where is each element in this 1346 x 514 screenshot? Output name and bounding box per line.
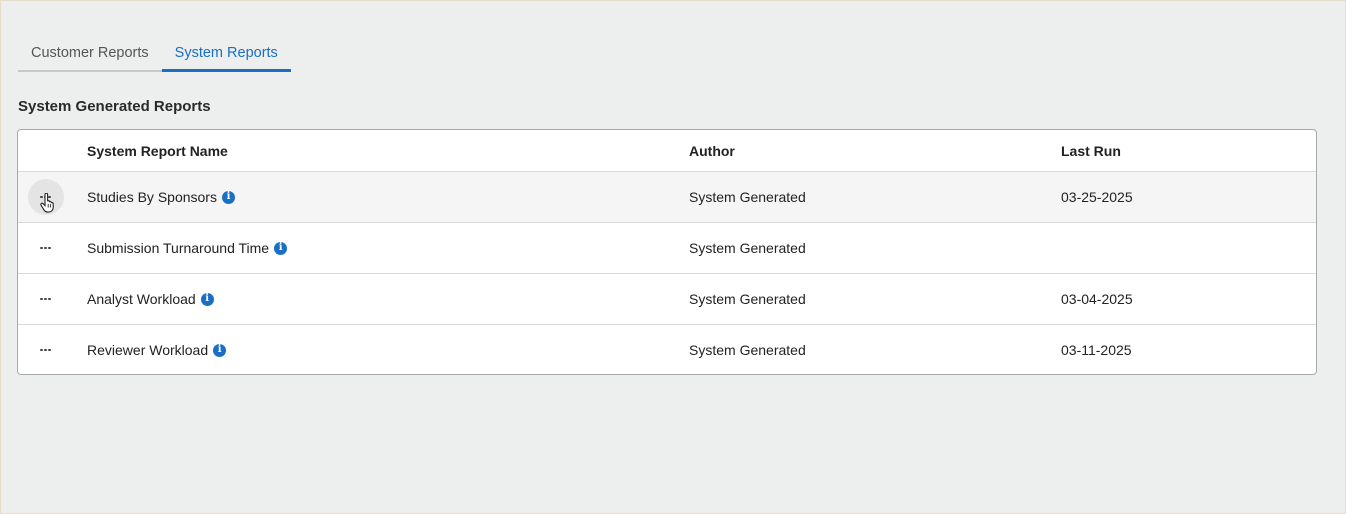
- table-row[interactable]: Reviewer Workload i System Generated 03-…: [18, 324, 1316, 374]
- report-last-run: 03-11-2025: [1061, 342, 1132, 358]
- report-name[interactable]: Reviewer Workload: [87, 342, 208, 358]
- row-actions-button[interactable]: [28, 230, 64, 266]
- row-action-cell: [18, 179, 87, 215]
- info-circle-icon[interactable]: i: [200, 292, 214, 306]
- row-actions-button[interactable]: [28, 332, 64, 368]
- report-author: System Generated: [689, 240, 806, 256]
- table-row[interactable]: Submission Turnaround Time i System Gene…: [18, 222, 1316, 273]
- tab-customer-reports[interactable]: Customer Reports: [18, 36, 162, 72]
- report-name-cell: Submission Turnaround Time i: [87, 240, 689, 256]
- report-author: System Generated: [689, 189, 806, 205]
- report-last-run: 03-25-2025: [1061, 189, 1133, 205]
- report-name[interactable]: Submission Turnaround Time: [87, 240, 269, 256]
- system-reports-table: System Report Name Author Last Run Studi…: [17, 129, 1317, 375]
- report-name-cell: Studies By Sponsors i: [87, 189, 689, 205]
- more-horizontal-icon: [40, 348, 51, 352]
- row-action-cell: [18, 332, 87, 368]
- row-actions-button[interactable]: [28, 281, 64, 317]
- info-circle-icon[interactable]: i: [213, 343, 227, 357]
- report-name[interactable]: Studies By Sponsors: [87, 189, 217, 205]
- report-tabs: Customer Reports System Reports: [18, 36, 291, 72]
- hand-pointer-icon: [39, 193, 54, 213]
- report-last-run: 03-04-2025: [1061, 291, 1133, 307]
- info-circle-icon[interactable]: i: [221, 190, 235, 204]
- row-actions-button[interactable]: [27, 179, 64, 215]
- report-name-cell: Reviewer Workload i: [87, 342, 689, 358]
- report-name-cell: Analyst Workload i: [87, 291, 689, 307]
- report-author: System Generated: [689, 291, 806, 307]
- table-row[interactable]: Analyst Workload i System Generated 03-0…: [18, 273, 1316, 324]
- info-circle-icon[interactable]: i: [274, 241, 288, 255]
- report-name[interactable]: Analyst Workload: [87, 291, 196, 307]
- column-header-name[interactable]: System Report Name: [87, 143, 689, 159]
- tab-system-reports[interactable]: System Reports: [161, 36, 291, 72]
- table-header-row: System Report Name Author Last Run: [18, 130, 1316, 171]
- row-action-cell: [18, 281, 87, 317]
- section-title: System Generated Reports: [18, 98, 211, 115]
- table-row[interactable]: Studies By Sponsors i System Generated 0…: [18, 171, 1316, 222]
- more-horizontal-icon: [40, 297, 51, 301]
- column-header-author[interactable]: Author: [689, 143, 1061, 159]
- row-action-cell: [18, 230, 87, 266]
- more-horizontal-icon: [40, 246, 51, 250]
- report-author: System Generated: [689, 342, 806, 358]
- column-header-last-run[interactable]: Last Run: [1061, 143, 1316, 159]
